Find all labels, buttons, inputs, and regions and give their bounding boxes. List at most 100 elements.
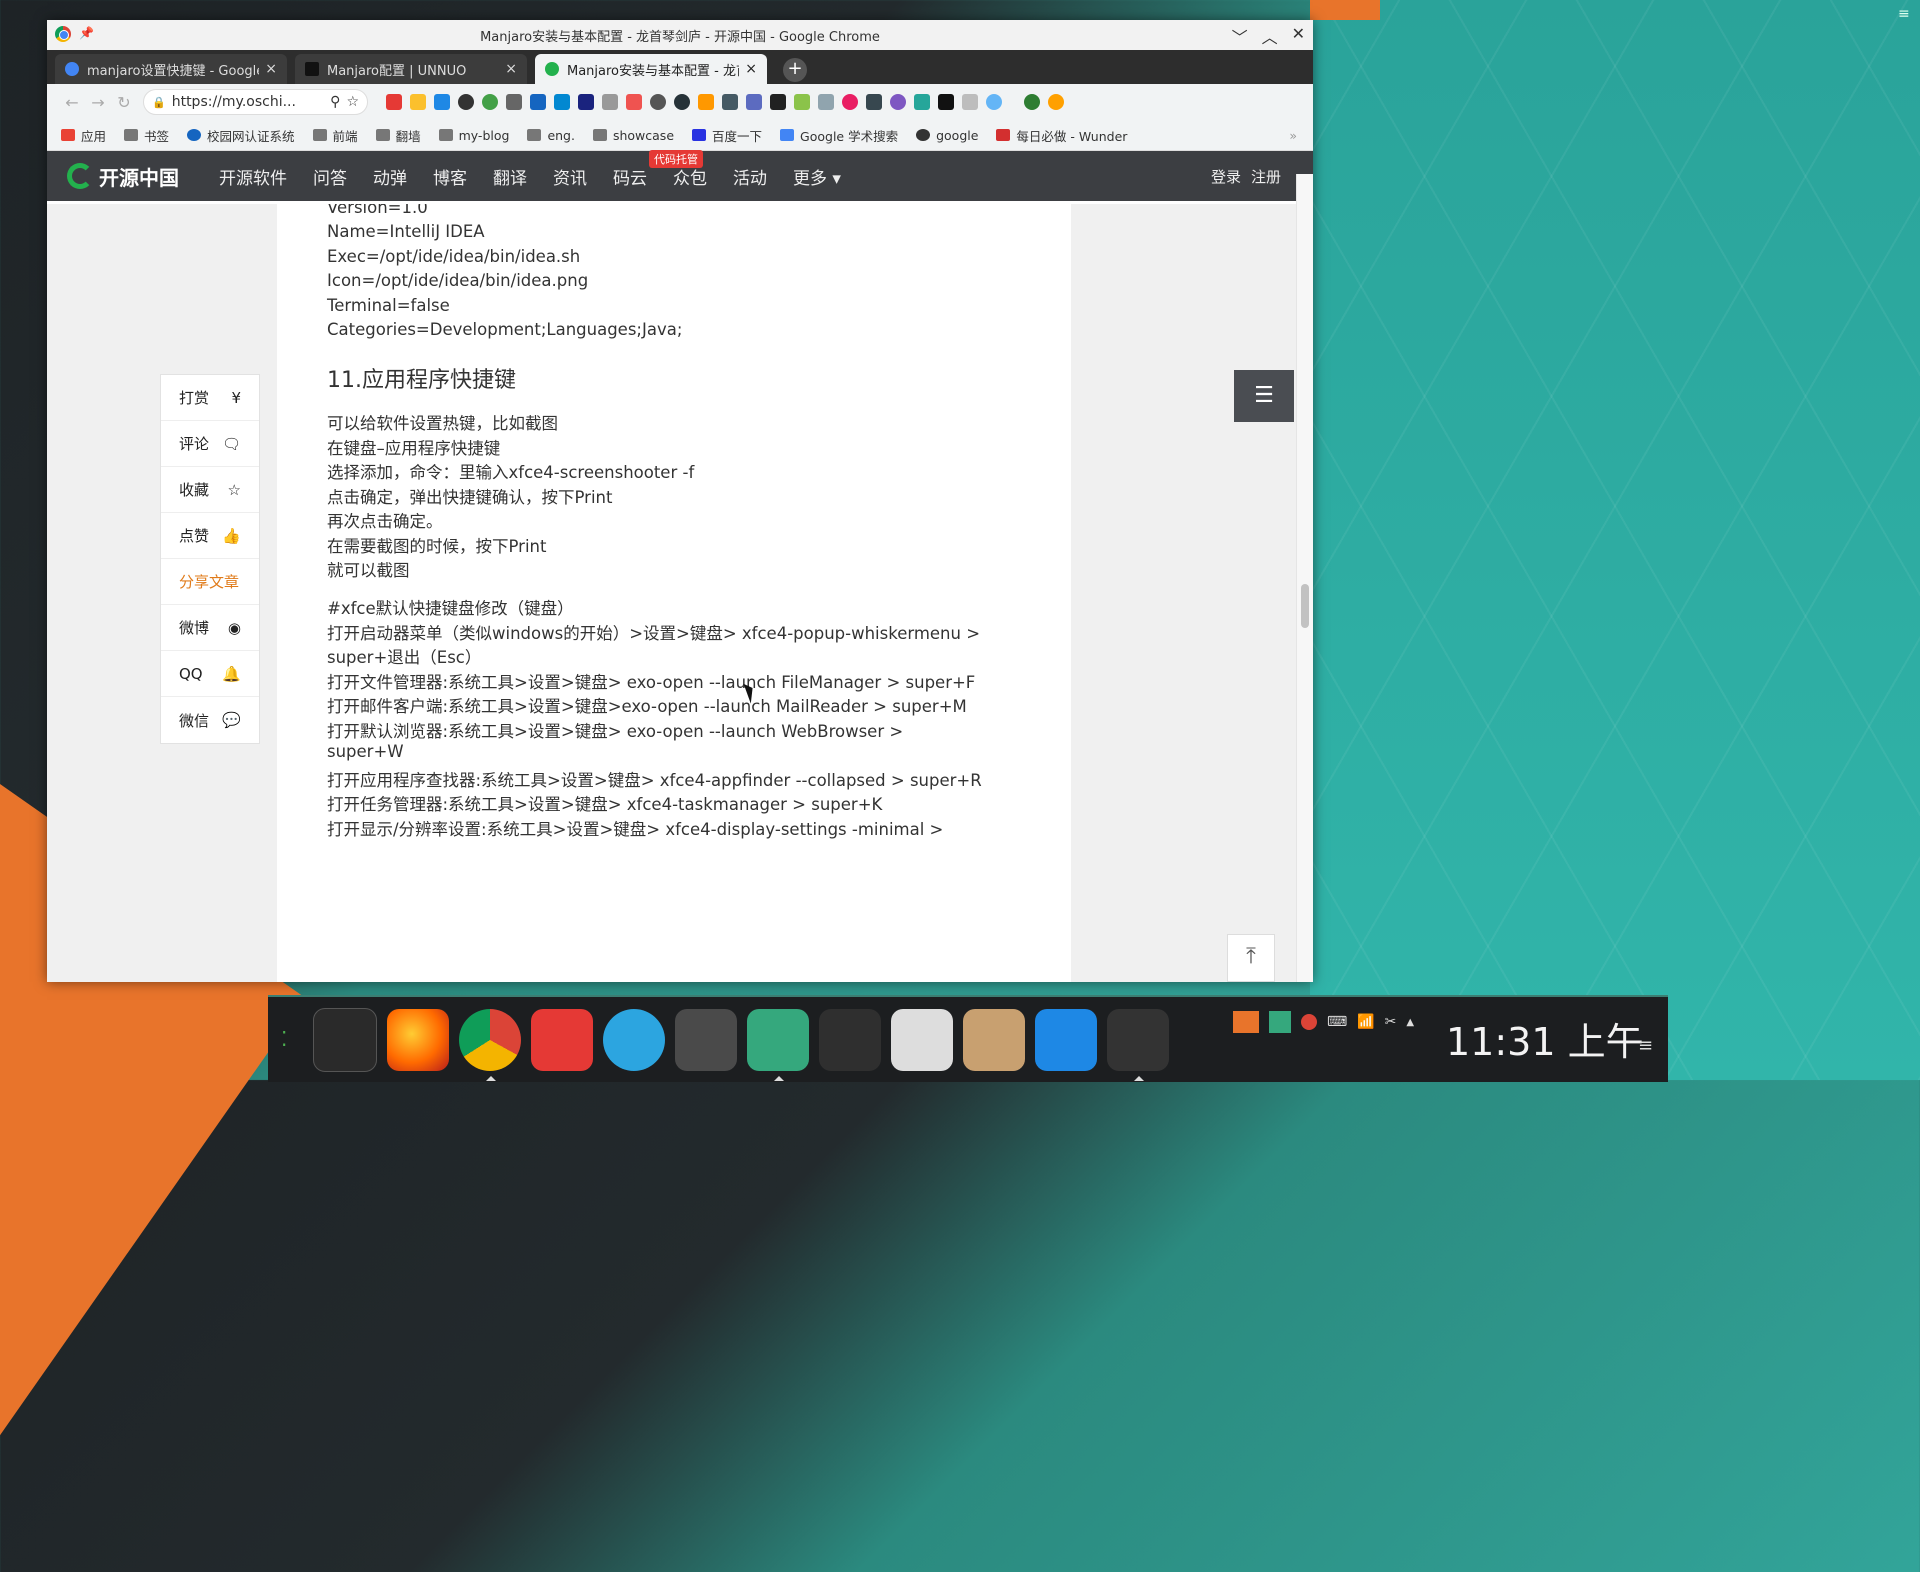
tray-folder-icon[interactable] bbox=[1269, 1011, 1291, 1033]
extension-icon[interactable] bbox=[434, 94, 450, 110]
tray-expand-icon[interactable]: ▲ bbox=[1406, 1017, 1414, 1028]
back-to-top-button[interactable]: ⤒ bbox=[1227, 934, 1275, 982]
extension-icon[interactable] bbox=[794, 94, 810, 110]
extension-icon[interactable] bbox=[962, 94, 978, 110]
bookmark-wunderlist[interactable]: 每日必做 - Wunder bbox=[996, 126, 1127, 145]
bookmark-folder[interactable]: eng. bbox=[527, 128, 575, 143]
scrollbar-thumb[interactable] bbox=[1301, 584, 1309, 628]
extension-icon[interactable] bbox=[890, 94, 906, 110]
bookmark-star-icon[interactable]: ☆ bbox=[346, 94, 359, 110]
extension-icon[interactable] bbox=[530, 94, 546, 110]
nav-blog[interactable]: 博客 bbox=[433, 164, 467, 189]
reward-button[interactable]: 打赏 ¥ bbox=[161, 375, 259, 421]
settings-manager-icon[interactable] bbox=[1107, 1008, 1169, 1081]
new-tab-button[interactable]: + bbox=[783, 58, 807, 82]
chrome-dock-icon[interactable] bbox=[459, 1008, 521, 1081]
profile-icon[interactable] bbox=[1024, 94, 1040, 110]
nav-open-source[interactable]: 开源软件 bbox=[219, 164, 287, 189]
table-of-contents-button[interactable]: ☰ bbox=[1234, 370, 1294, 422]
bookmark-folder[interactable]: 书签 bbox=[124, 126, 169, 145]
extension-icon[interactable] bbox=[698, 94, 714, 110]
package-manager-icon[interactable] bbox=[963, 1008, 1025, 1071]
forward-button[interactable]: → bbox=[85, 93, 111, 112]
keyboard-icon[interactable]: ⌨ bbox=[1327, 1014, 1347, 1030]
tray-app-icon[interactable] bbox=[1233, 1011, 1259, 1033]
nav-more[interactable]: 更多 ▾ bbox=[793, 164, 841, 189]
page-scrollbar[interactable] bbox=[1296, 174, 1313, 982]
tab-unnuo[interactable]: Manjaro配置 | UNNUO × bbox=[295, 54, 527, 84]
window-titlebar[interactable]: 📌 Manjaro安装与基本配置 - 龙首琴剑庐 - 开源中国 - Google… bbox=[47, 20, 1313, 50]
workspace-switcher[interactable] bbox=[313, 1007, 377, 1072]
nav-news[interactable]: 资讯 bbox=[553, 164, 587, 189]
close-tab-icon[interactable]: × bbox=[505, 61, 517, 77]
minimize-button[interactable]: ﹀ bbox=[1232, 24, 1248, 48]
bookmark-apps[interactable]: 应用 bbox=[61, 126, 106, 145]
close-window-button[interactable]: ✕ bbox=[1292, 24, 1305, 48]
bookmark-campus-auth[interactable]: 校园网认证系统 bbox=[187, 126, 295, 145]
extension-icon[interactable] bbox=[914, 94, 930, 110]
login-link[interactable]: 登录 bbox=[1211, 166, 1241, 187]
favorite-button[interactable]: 收藏 ☆ bbox=[161, 467, 259, 513]
extension-icon[interactable] bbox=[818, 94, 834, 110]
extension-icon[interactable] bbox=[506, 94, 522, 110]
nav-translate[interactable]: 翻译 bbox=[493, 164, 527, 189]
nav-tweets[interactable]: 动弹 bbox=[373, 164, 407, 189]
extension-icon[interactable] bbox=[482, 94, 498, 110]
file-manager-icon[interactable] bbox=[747, 1008, 809, 1081]
bookmarks-overflow-button[interactable]: » bbox=[1289, 128, 1297, 143]
close-tab-icon[interactable]: × bbox=[265, 61, 277, 77]
extension-icon[interactable] bbox=[578, 94, 594, 110]
pin-icon[interactable]: 📌 bbox=[79, 26, 94, 42]
bookmark-folder[interactable]: my-blog bbox=[438, 128, 509, 143]
extension-icon[interactable] bbox=[602, 94, 618, 110]
maximize-button[interactable]: ︿ bbox=[1262, 24, 1278, 48]
wifi-icon[interactable]: 📶 bbox=[1357, 1014, 1374, 1030]
extension-icon[interactable] bbox=[458, 94, 474, 110]
tab-oschina[interactable]: Manjaro安装与基本配置 - 龙首 × bbox=[535, 54, 767, 84]
vscode-icon[interactable] bbox=[1035, 1008, 1097, 1071]
share-wechat-button[interactable]: 微信 💬 bbox=[161, 697, 259, 743]
extension-icon[interactable] bbox=[410, 94, 426, 110]
extension-icon[interactable] bbox=[986, 94, 1002, 110]
address-bar[interactable]: 🔒 https://my.oschi... ⚲ ☆ bbox=[143, 89, 368, 115]
terminal-icon[interactable] bbox=[819, 1008, 881, 1071]
extension-icon[interactable] bbox=[626, 94, 642, 110]
update-icon[interactable] bbox=[1048, 94, 1064, 110]
scissors-icon[interactable]: ✂ bbox=[1385, 1014, 1397, 1030]
extension-icon[interactable] bbox=[650, 94, 666, 110]
extension-icon[interactable] bbox=[866, 94, 882, 110]
extension-icon[interactable] bbox=[842, 94, 858, 110]
firefox-icon[interactable] bbox=[387, 1008, 449, 1071]
extension-icon[interactable] bbox=[746, 94, 762, 110]
like-button[interactable]: 点赞 👍 bbox=[161, 513, 259, 559]
clock[interactable]: 11:31 上午 bbox=[1446, 1011, 1644, 1066]
nav-events[interactable]: 活动 bbox=[733, 164, 767, 189]
nav-gitee[interactable]: 码云 代码托管 bbox=[613, 149, 703, 189]
nav-crowdsourcing[interactable]: 众包 bbox=[673, 164, 707, 189]
app-menu-icon[interactable]: ⁚ bbox=[273, 1009, 303, 1071]
nav-qa[interactable]: 问答 bbox=[313, 164, 347, 189]
archive-manager-icon[interactable] bbox=[891, 1008, 953, 1071]
extension-icon[interactable] bbox=[674, 94, 690, 110]
tray-chrome-icon[interactable] bbox=[1301, 1014, 1317, 1030]
bookmark-folder[interactable]: 翻墙 bbox=[375, 126, 421, 145]
bookmark-scholar[interactable]: Google 学术搜索 bbox=[780, 126, 898, 145]
panel-menu-icon[interactable]: ≡ bbox=[1638, 1035, 1653, 1056]
share-weibo-button[interactable]: 微博 ◉ bbox=[161, 605, 259, 651]
register-link[interactable]: 注册 bbox=[1251, 166, 1281, 187]
extension-icon[interactable] bbox=[554, 94, 570, 110]
bookmark-folder[interactable]: 前端 bbox=[312, 126, 358, 145]
extension-icon[interactable] bbox=[722, 94, 738, 110]
desktop-menu-icon[interactable]: ≡ bbox=[1898, 6, 1914, 22]
zoom-icon[interactable]: ⚲ bbox=[330, 94, 340, 110]
bookmark-google[interactable]: google bbox=[916, 128, 978, 143]
site-logo[interactable]: 开源中国 bbox=[67, 162, 179, 191]
back-button[interactable]: ← bbox=[59, 93, 85, 112]
share-qq-button[interactable]: QQ 🔔 bbox=[161, 651, 259, 697]
extension-icon[interactable] bbox=[770, 94, 786, 110]
tab-google[interactable]: manjaro设置快捷键 - Google × bbox=[55, 54, 287, 84]
netease-music-icon[interactable] bbox=[531, 1008, 593, 1071]
bookmark-folder[interactable]: showcase bbox=[592, 128, 674, 143]
close-tab-icon[interactable]: × bbox=[745, 61, 757, 77]
extension-icon[interactable] bbox=[938, 94, 954, 110]
